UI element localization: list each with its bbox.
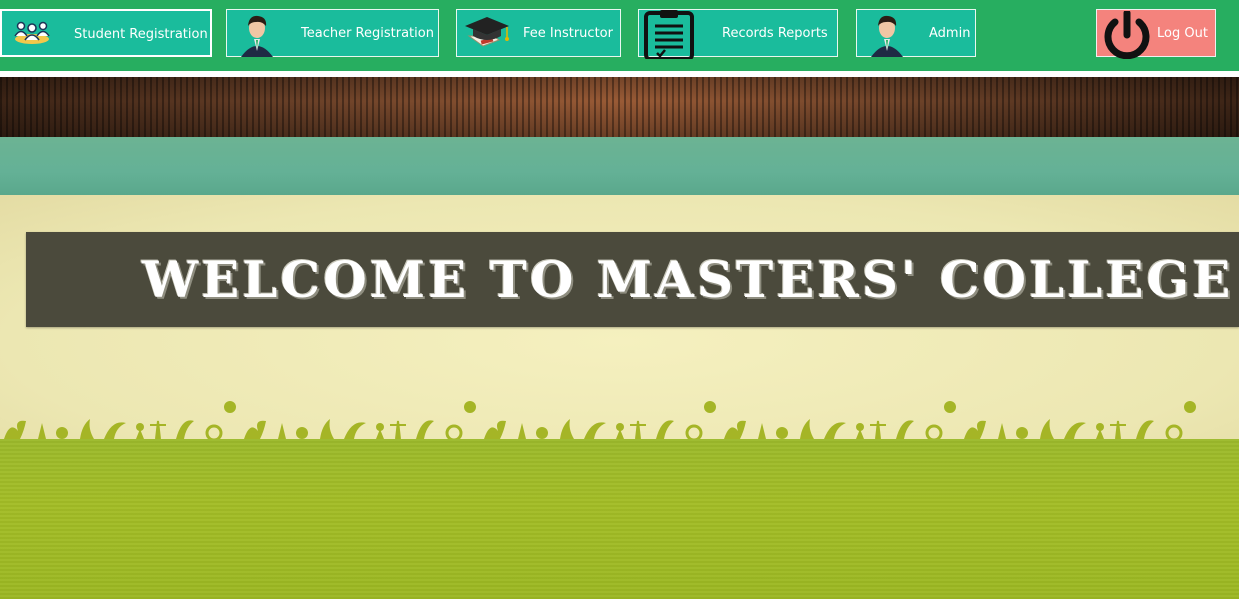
welcome-plate: WELCOME TO MASTERS' COLLEGE: [26, 232, 1239, 327]
wood-strip: [0, 77, 1239, 137]
admin-avatar-icon: [867, 13, 907, 61]
top-nav: Student Registration Teacher Registratio…: [0, 0, 1239, 71]
student-registration-button[interactable]: Student Registration: [0, 9, 212, 57]
graduation-cap-icon: [463, 14, 513, 56]
students-group-icon: [11, 17, 53, 51]
logout-label: Log Out: [1157, 26, 1208, 41]
logout-button[interactable]: Log Out: [1096, 9, 1216, 60]
admin-button[interactable]: Admin: [856, 9, 976, 57]
records-reports-label: Records Reports: [722, 26, 828, 41]
admin-label: Admin: [929, 26, 971, 41]
teacher-registration-label: Teacher Registration: [301, 26, 434, 41]
teacher-registration-button[interactable]: Teacher Registration: [226, 9, 439, 57]
teacher-avatar-icon: [237, 13, 277, 61]
welcome-heading: WELCOME TO MASTERS' COLLEGE: [142, 250, 1234, 309]
records-reports-button[interactable]: Records Reports: [638, 9, 838, 61]
power-icon: [1101, 9, 1155, 63]
clipboard-icon: [643, 9, 695, 63]
fee-instructor-label: Fee Instructor: [523, 26, 613, 41]
teal-strip: [0, 137, 1239, 195]
fee-instructor-button[interactable]: Fee Instructor: [456, 9, 621, 57]
welcome-banner: WELCOME TO MASTERS' COLLEGE: [0, 77, 1239, 599]
grass-field: [0, 439, 1239, 599]
student-registration-label: Student Registration: [74, 27, 208, 42]
eco-silhouettes-decoration: [4, 399, 1198, 442]
